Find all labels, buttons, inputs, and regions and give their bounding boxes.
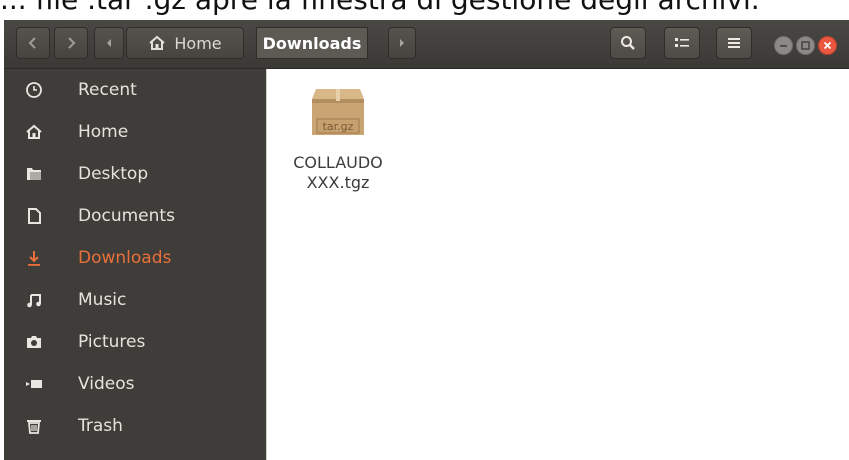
forward-button[interactable] xyxy=(54,27,88,59)
sidebar-item-label: Trash xyxy=(78,416,123,436)
file-manager-window: Home Downloads Recent Home Desktop Docum… xyxy=(4,20,849,460)
path-scroll-left-button[interactable] xyxy=(94,27,124,59)
sidebar-item-pictures[interactable]: Pictures xyxy=(4,321,266,363)
video-icon xyxy=(22,372,46,396)
sidebar-item-label: Home xyxy=(78,122,129,142)
file-name: COLLAUDO XXX.tgz xyxy=(293,153,383,192)
sidebar-item-label: Desktop xyxy=(78,164,149,184)
triangle-left-icon xyxy=(107,39,111,47)
clock-icon xyxy=(22,78,46,102)
list-view-icon xyxy=(675,38,689,47)
breadcrumb-downloads[interactable]: Downloads xyxy=(256,27,368,59)
sidebar-item-label: Music xyxy=(78,290,127,310)
minimize-button[interactable] xyxy=(774,36,793,55)
archive-badge-label: tar.gz xyxy=(323,120,354,133)
sidebar-item-documents[interactable]: Documents xyxy=(4,195,266,237)
home-icon xyxy=(22,120,46,144)
view-mode-button[interactable] xyxy=(664,27,700,59)
sidebar-item-label: Recent xyxy=(78,80,137,100)
places-sidebar: Recent Home Desktop Documents Downloads xyxy=(4,69,266,460)
sidebar-item-label: Pictures xyxy=(78,332,146,352)
sidebar-item-recent[interactable]: Recent xyxy=(4,69,266,111)
triangle-right-icon xyxy=(400,39,404,47)
sidebar-item-music[interactable]: Music xyxy=(4,279,266,321)
close-button[interactable] xyxy=(818,36,837,55)
sidebar-item-label: Videos xyxy=(78,374,135,394)
path-scroll-right-button[interactable] xyxy=(388,27,416,59)
sidebar-item-trash[interactable]: Trash xyxy=(4,405,266,447)
hamburger-menu-icon xyxy=(728,38,740,48)
sidebar-item-downloads[interactable]: Downloads xyxy=(4,237,266,279)
camera-icon xyxy=(22,330,46,354)
breadcrumb-current-label: Downloads xyxy=(262,33,362,53)
page-caption: ... file .tar .gz apre la finestra di ge… xyxy=(0,0,849,22)
home-icon xyxy=(149,35,166,50)
sidebar-item-desktop[interactable]: Desktop xyxy=(4,153,266,195)
search-button[interactable] xyxy=(610,27,646,59)
document-icon xyxy=(22,204,46,228)
trash-icon xyxy=(22,414,46,438)
menu-button[interactable] xyxy=(716,27,752,59)
sidebar-item-label: Documents xyxy=(78,206,175,226)
sidebar-item-label: Downloads xyxy=(78,248,172,268)
sidebar-item-home[interactable]: Home xyxy=(4,111,266,153)
sidebar-item-videos[interactable]: Videos xyxy=(4,363,266,405)
maximize-button[interactable] xyxy=(796,36,815,55)
breadcrumb-home[interactable]: Home xyxy=(126,27,244,59)
back-button[interactable] xyxy=(16,27,50,59)
music-icon xyxy=(22,288,46,312)
chevron-right-icon xyxy=(68,37,76,49)
close-icon xyxy=(823,41,832,50)
archive-icon: tar.gz xyxy=(312,89,364,135)
minimize-icon xyxy=(780,45,787,47)
file-view: tar.gz COLLAUDO XXX.tgz xyxy=(266,69,849,460)
maximize-icon xyxy=(801,41,810,50)
header-bar: Home Downloads xyxy=(4,20,849,69)
download-icon xyxy=(22,246,46,270)
breadcrumb-home-label: Home xyxy=(174,33,222,53)
folder-icon xyxy=(22,162,46,186)
search-icon xyxy=(621,36,635,50)
chevron-left-icon xyxy=(28,37,36,49)
